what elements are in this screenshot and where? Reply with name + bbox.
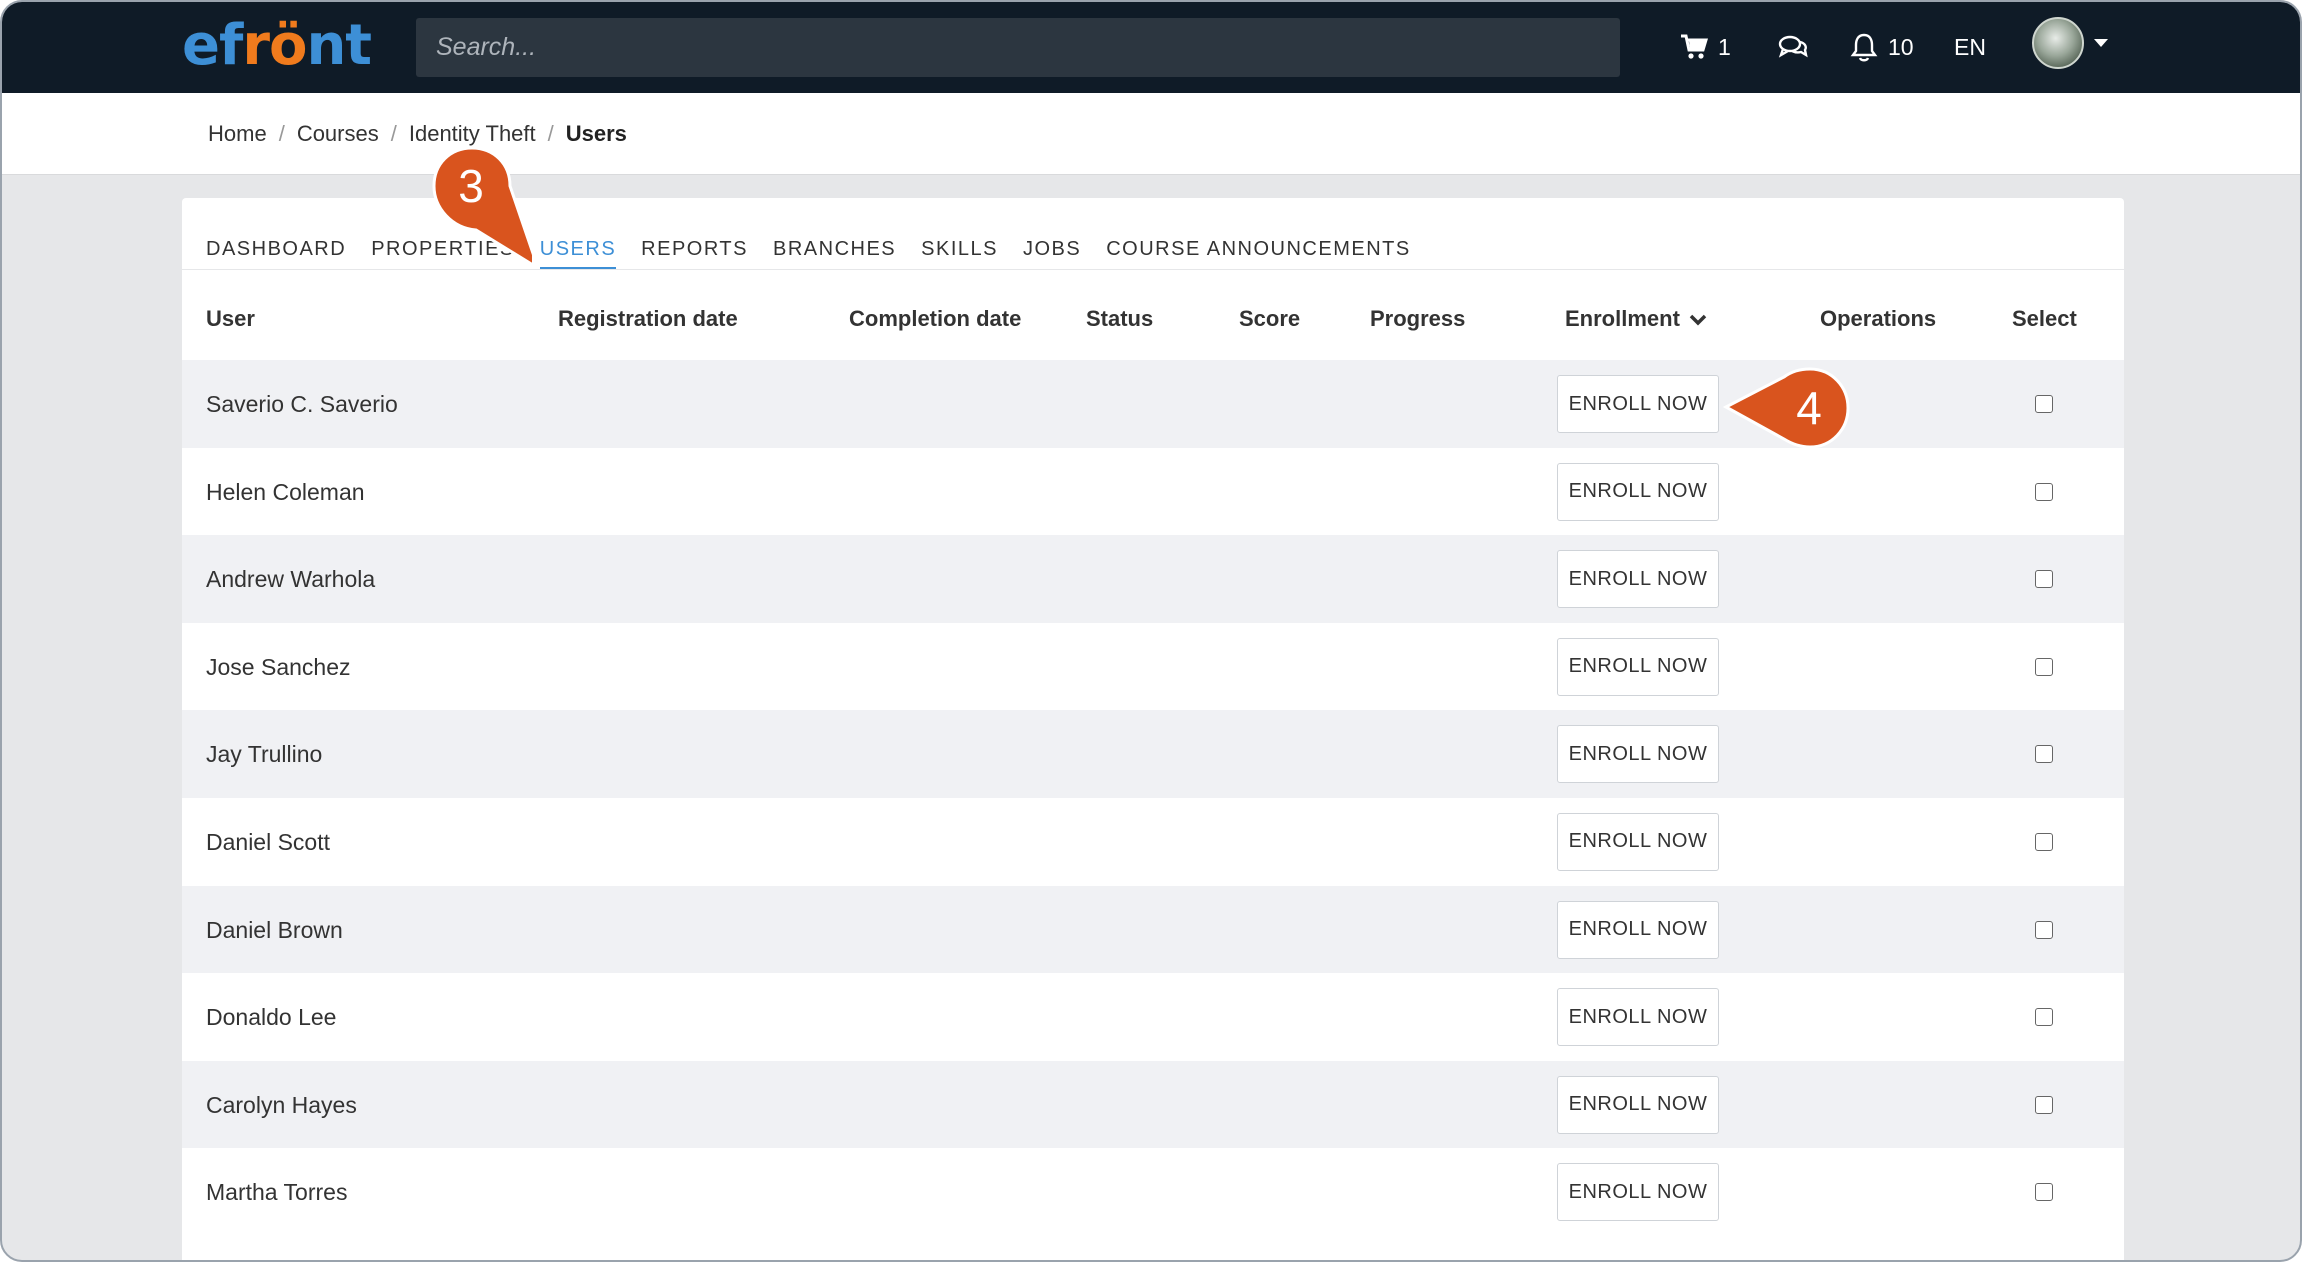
table-row: Andrew Warhola ENROLL NOW [182,535,2124,623]
breadcrumb-bar: Home / Courses / Identity Theft / Users [2,93,2300,175]
course-tabs: DASHBOARD PROPERTIES USERS REPORTS BRANC… [206,238,1436,269]
tab-skills[interactable]: SKILLS [921,238,998,269]
select-checkbox[interactable] [2035,657,2053,676]
user-name[interactable]: Helen Coleman [206,479,365,506]
enroll-now-button[interactable]: ENROLL NOW [1557,1075,1719,1134]
enroll-now-button[interactable]: ENROLL NOW [1557,550,1719,609]
svg-text:4: 4 [1796,382,1822,434]
select-checkbox[interactable] [2035,1095,2053,1114]
breadcrumb-separator: / [390,121,397,146]
user-name[interactable]: Jose Sanchez [206,654,350,681]
header-enrollment[interactable]: Enrollment [1565,306,1708,332]
tab-reports[interactable]: REPORTS [641,238,748,269]
header-user[interactable]: User [206,306,255,332]
enroll-now-button[interactable]: ENROLL NOW [1557,900,1719,959]
enroll-now-button[interactable]: ENROLL NOW [1557,462,1719,521]
user-name[interactable]: Jay Trullino [206,741,322,768]
cart-icon [1681,34,1708,59]
chat-icon [1778,35,1808,58]
step-4-annotation: 4 [1722,367,1850,449]
table-header: User Registration date Completion date S… [182,306,2124,354]
avatar [2032,17,2084,69]
tab-dashboard[interactable]: DASHBOARD [206,238,346,269]
table-row: Martha Torres ENROLL NOW [182,1148,2124,1236]
select-checkbox[interactable] [2035,832,2053,851]
efront-logo[interactable]: efrönt [182,16,372,76]
breadcrumb-courses[interactable]: Courses [297,121,379,147]
chevron-down-icon [1689,314,1707,326]
breadcrumb-home[interactable]: Home [208,121,267,147]
enroll-now-button[interactable]: ENROLL NOW [1557,1163,1719,1222]
user-menu[interactable] [2032,17,2108,69]
tab-users[interactable]: USERS [539,238,617,269]
header-progress[interactable]: Progress [1370,306,1465,332]
select-checkbox[interactable] [2035,1008,2053,1027]
notifications-button[interactable]: 10 [1850,26,1914,68]
header-operations: Operations [1820,306,1937,331]
tab-course-announcements[interactable]: COURSE ANNOUNCEMENTS [1106,238,1410,269]
cart-count: 1 [1718,33,1731,60]
select-checkbox[interactable] [2035,482,2053,501]
select-checkbox[interactable] [2035,570,2053,589]
messages-button[interactable] [1778,26,1808,68]
user-name[interactable]: Saverio C. Saverio [206,391,398,418]
select-checkbox[interactable] [2035,920,2053,939]
enroll-now-button[interactable]: ENROLL NOW [1557,812,1719,871]
chevron-down-icon [2094,39,2108,47]
users-table-body: Saverio C. Saverio ENROLL NOW Helen Colema… [182,360,2124,1236]
breadcrumb-current: Users [565,121,627,146]
course-users-card: DASHBOARD PROPERTIES USERS REPORTS BRANC… [182,198,2124,1260]
header-select: Select [2012,306,2077,331]
search-input[interactable] [416,18,1620,77]
header-score[interactable]: Score [1239,306,1300,332]
select-checkbox[interactable] [2035,395,2053,413]
table-row: Daniel Scott ENROLL NOW [182,797,2124,886]
enroll-now-button[interactable]: ENROLL NOW [1557,725,1719,784]
select-checkbox[interactable] [2035,1183,2053,1202]
svg-text:3: 3 [458,160,484,212]
table-row: Jay Trullino ENROLL NOW [182,710,2124,798]
user-name[interactable]: Andrew Warhola [206,566,375,593]
top-navbar: efrönt 1 10 EN [2,2,2300,93]
language-label: EN [1954,33,1986,60]
cart-button[interactable]: 1 [1680,26,1731,68]
app-window: efrönt 1 10 EN [0,0,2302,1262]
header-completion-date[interactable]: Completion date [849,306,1021,332]
language-selector[interactable]: EN [1954,26,1986,68]
bell-icon [1850,33,1878,62]
tab-jobs[interactable]: JOBS [1023,238,1081,269]
header-registration-date[interactable]: Registration date [558,306,738,332]
user-name[interactable]: Carolyn Hayes [206,1092,357,1119]
select-checkbox[interactable] [2035,745,2053,764]
enroll-now-button[interactable]: ENROLL NOW [1557,375,1719,433]
breadcrumb-separator: / [547,121,554,146]
table-row: Jose Sanchez ENROLL NOW [182,622,2124,711]
table-row: Carolyn Hayes ENROLL NOW [182,1060,2124,1149]
user-name[interactable]: Daniel Brown [206,917,343,944]
enroll-now-button[interactable]: ENROLL NOW [1557,988,1719,1047]
breadcrumb: Home / Courses / Identity Theft / Users [208,121,627,147]
header-status[interactable]: Status [1086,306,1153,332]
user-name[interactable]: Martha Torres [206,1179,347,1206]
notifications-count: 10 [1888,33,1914,60]
user-name[interactable]: Donaldo Lee [206,1004,336,1031]
table-row: Daniel Brown ENROLL NOW [182,885,2124,974]
user-name[interactable]: Daniel Scott [206,829,330,856]
tab-branches[interactable]: BRANCHES [773,238,896,269]
enroll-now-button[interactable]: ENROLL NOW [1557,637,1719,696]
table-row: Donaldo Lee ENROLL NOW [182,973,2124,1061]
breadcrumb-separator: / [278,121,285,146]
table-row: Helen Coleman ENROLL NOW [182,447,2124,536]
step-3-annotation: 3 [432,146,532,267]
